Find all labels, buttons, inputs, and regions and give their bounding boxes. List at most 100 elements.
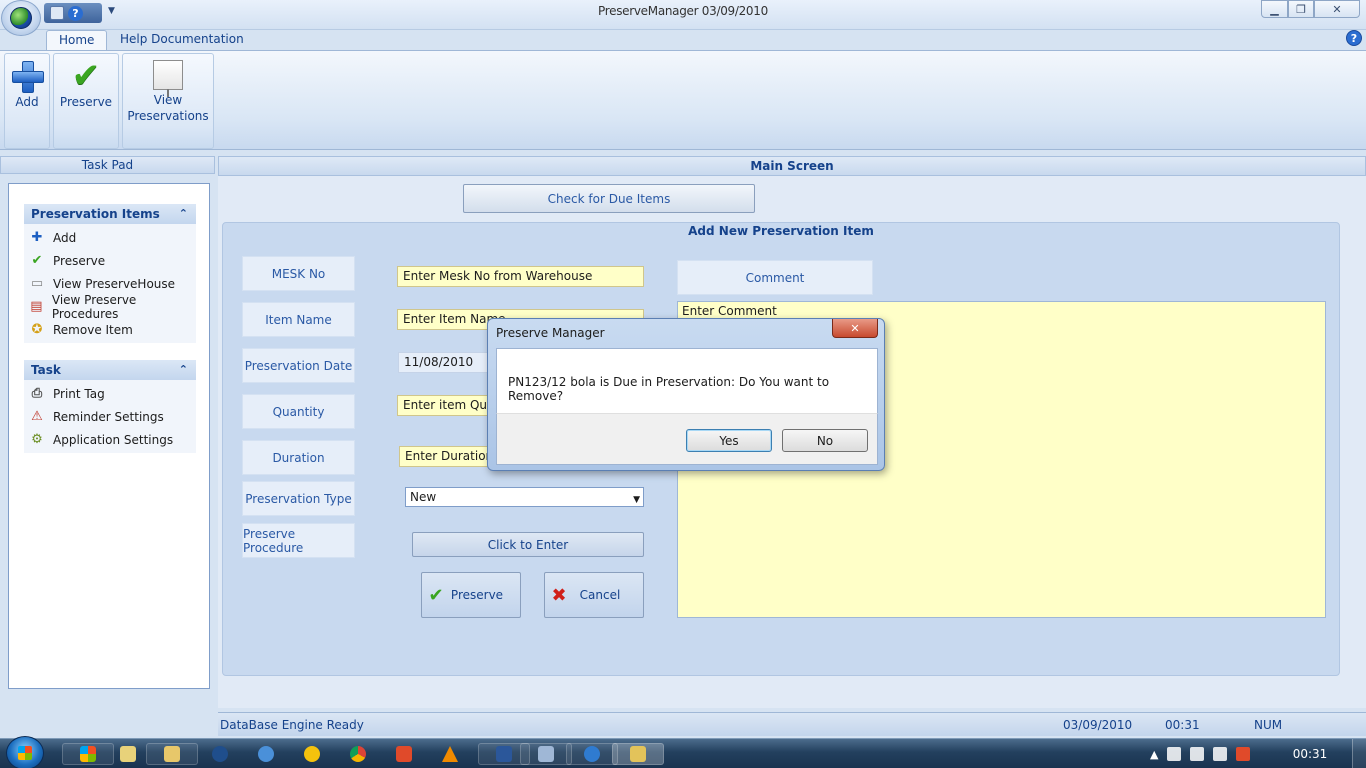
- remove-icon: ✪: [31, 322, 43, 337]
- printer-icon: ⎙: [31, 386, 43, 401]
- close-window-button[interactable]: ✕: [1314, 0, 1360, 18]
- status-bar: DataBase Engine Ready 03/09/2010 00:31 N…: [218, 712, 1366, 736]
- add-icon: ✚: [31, 230, 43, 245]
- taskbar-app-active[interactable]: [612, 743, 664, 765]
- tab-home[interactable]: Home: [46, 30, 108, 50]
- section-header[interactable]: Preservation Items ⌃: [24, 204, 196, 224]
- check-icon: ✔: [31, 253, 43, 268]
- view-preservations-button[interactable]: View Preservations: [122, 53, 214, 149]
- taskpad-item-reminder-settings[interactable]: ⚠ Reminder Settings: [24, 405, 196, 428]
- taskbar-app-explorer[interactable]: [146, 743, 198, 765]
- taskpad-item-add[interactable]: ✚ Add: [24, 226, 196, 249]
- section-title: Preservation Items: [31, 207, 160, 221]
- panel-title: Add New Preservation Item: [688, 224, 874, 238]
- dialog-title: Preserve Manager: [496, 326, 605, 340]
- preserve-button-label: Preserve: [59, 95, 113, 109]
- taskpad-item-label: View PreserveHouse: [53, 276, 176, 291]
- taskbar-app-hp[interactable]: [206, 743, 234, 765]
- taskpad-item-label: Remove Item: [53, 322, 133, 337]
- select-value: New: [410, 490, 437, 504]
- no-button[interactable]: No: [782, 429, 868, 452]
- taskbar-app-vlc[interactable]: [436, 743, 464, 765]
- preservation-date-label: Preservation Date: [242, 348, 355, 383]
- preservation-type-select[interactable]: New ▼: [405, 487, 644, 507]
- section-header[interactable]: Task ⌃: [24, 360, 196, 380]
- help-icon[interactable]: ?: [1346, 30, 1362, 46]
- add-button-label: Add: [15, 95, 39, 109]
- show-desktop-button[interactable]: [1352, 739, 1366, 768]
- preserve-submit-button[interactable]: ✔ Preserve: [421, 572, 521, 618]
- volume-muted-icon[interactable]: [1236, 747, 1251, 761]
- taskbar: ▲ 00:31: [0, 736, 1366, 768]
- window-title: PreserveManager 03/09/2010: [598, 4, 768, 18]
- taskpad-item-label: View Preserve Procedures: [51, 292, 137, 321]
- flag-icon[interactable]: [1167, 747, 1182, 761]
- cross-icon: ✖: [551, 584, 567, 606]
- mesk-input[interactable]: Enter Mesk No from Warehouse: [397, 266, 644, 287]
- taskpad-item-label: Add: [53, 230, 77, 245]
- taskpad-item-label: Preserve: [53, 253, 106, 268]
- ribbon-tabs: Home Help Documentation: [0, 30, 1366, 50]
- tray-chevron-up-icon[interactable]: ▲: [1150, 748, 1158, 761]
- maximize-button[interactable]: ❐: [1288, 0, 1314, 18]
- status-num: NUM: [1254, 718, 1283, 732]
- add-icon: [11, 60, 44, 93]
- taskbar-app-notes[interactable]: [114, 743, 142, 765]
- section-title: Task: [31, 363, 61, 377]
- quantity-label: Quantity: [242, 394, 355, 429]
- check-icon: ✔: [428, 584, 444, 606]
- collapse-icon[interactable]: ⌃: [179, 204, 188, 224]
- duration-label: Duration: [242, 440, 355, 475]
- item-name-label: Item Name: [242, 302, 355, 337]
- system-tray: ▲: [1150, 743, 1270, 765]
- preservation-type-label: Preservation Type: [242, 481, 355, 516]
- device-icon[interactable]: [1190, 747, 1205, 761]
- cancel-button[interactable]: ✖ Cancel: [544, 572, 644, 618]
- application-menu-button[interactable]: [1, 0, 41, 36]
- check-icon: ✔: [71, 56, 101, 96]
- taskpad-item-label: Application Settings: [53, 432, 174, 447]
- board-icon: ▭: [30, 276, 44, 291]
- preserve-submit-label: Preserve: [450, 588, 504, 602]
- globe-icon: [10, 7, 32, 29]
- ribbon: Add ✔ Preserve View Preservations: [0, 50, 1366, 150]
- status-message: DataBase Engine Ready: [220, 718, 364, 732]
- taskbar-app-messenger[interactable]: [298, 743, 326, 765]
- title-bar: ? ▼ PreserveManager 03/09/2010 ▁ ❐ ✕: [0, 0, 1366, 36]
- preserve-button[interactable]: ✔ Preserve: [53, 53, 119, 149]
- network-signal-icon[interactable]: [1213, 747, 1228, 761]
- task-section: Task ⌃ ⎙ Print Tag ⚠ Reminder Settings ⚙…: [24, 360, 196, 453]
- tab-help-documentation[interactable]: Help Documentation: [108, 30, 256, 50]
- add-button[interactable]: Add: [4, 53, 50, 149]
- document-icon: ▤: [30, 299, 43, 314]
- yes-button[interactable]: Yes: [686, 429, 772, 452]
- taskbar-clock[interactable]: 00:31: [1280, 747, 1340, 761]
- taskpad-item-application-settings[interactable]: ⚙ Application Settings: [24, 428, 196, 451]
- taskpad-item-remove[interactable]: ✪ Remove Item: [24, 318, 196, 341]
- warning-icon: ⚠: [31, 409, 43, 424]
- dialog-message: PN123/12 bola is Due in Preservation: Do…: [496, 348, 878, 413]
- taskpad-item-print-tag[interactable]: ⎙ Print Tag: [24, 382, 196, 405]
- minimize-button[interactable]: ▁: [1261, 0, 1288, 18]
- dialog-close-button[interactable]: ✕: [832, 319, 878, 338]
- status-date: 03/09/2010: [1063, 718, 1133, 732]
- board-icon: [153, 60, 183, 97]
- taskbar-app-globe[interactable]: [252, 743, 280, 765]
- taskpad-item-view-procedures[interactable]: ▤ View Preserve Procedures: [24, 292, 196, 321]
- taskpad-title: Task Pad: [0, 156, 215, 174]
- taskbar-app-chrome[interactable]: [344, 743, 372, 765]
- taskpad-item-label: Print Tag: [53, 386, 105, 401]
- taskbar-app-tool[interactable]: [390, 743, 418, 765]
- taskbar-app-preserve-manager[interactable]: [566, 743, 618, 765]
- preserve-procedure-label: Preserve Procedure: [242, 523, 355, 558]
- start-button[interactable]: [6, 736, 44, 768]
- taskpad-item-preserve[interactable]: ✔ Preserve: [24, 249, 196, 272]
- collapse-icon[interactable]: ⌃: [179, 360, 188, 380]
- status-time: 00:31: [1165, 718, 1200, 732]
- taskpad-item-label: Reminder Settings: [53, 409, 164, 424]
- settings-icon: ⚙: [31, 432, 43, 447]
- enter-procedure-button[interactable]: Click to Enter: [412, 532, 644, 557]
- taskbar-app-windows[interactable]: [62, 743, 114, 765]
- check-due-items-button[interactable]: Check for Due Items: [463, 184, 755, 213]
- taskbar-app-documents[interactable]: [520, 743, 572, 765]
